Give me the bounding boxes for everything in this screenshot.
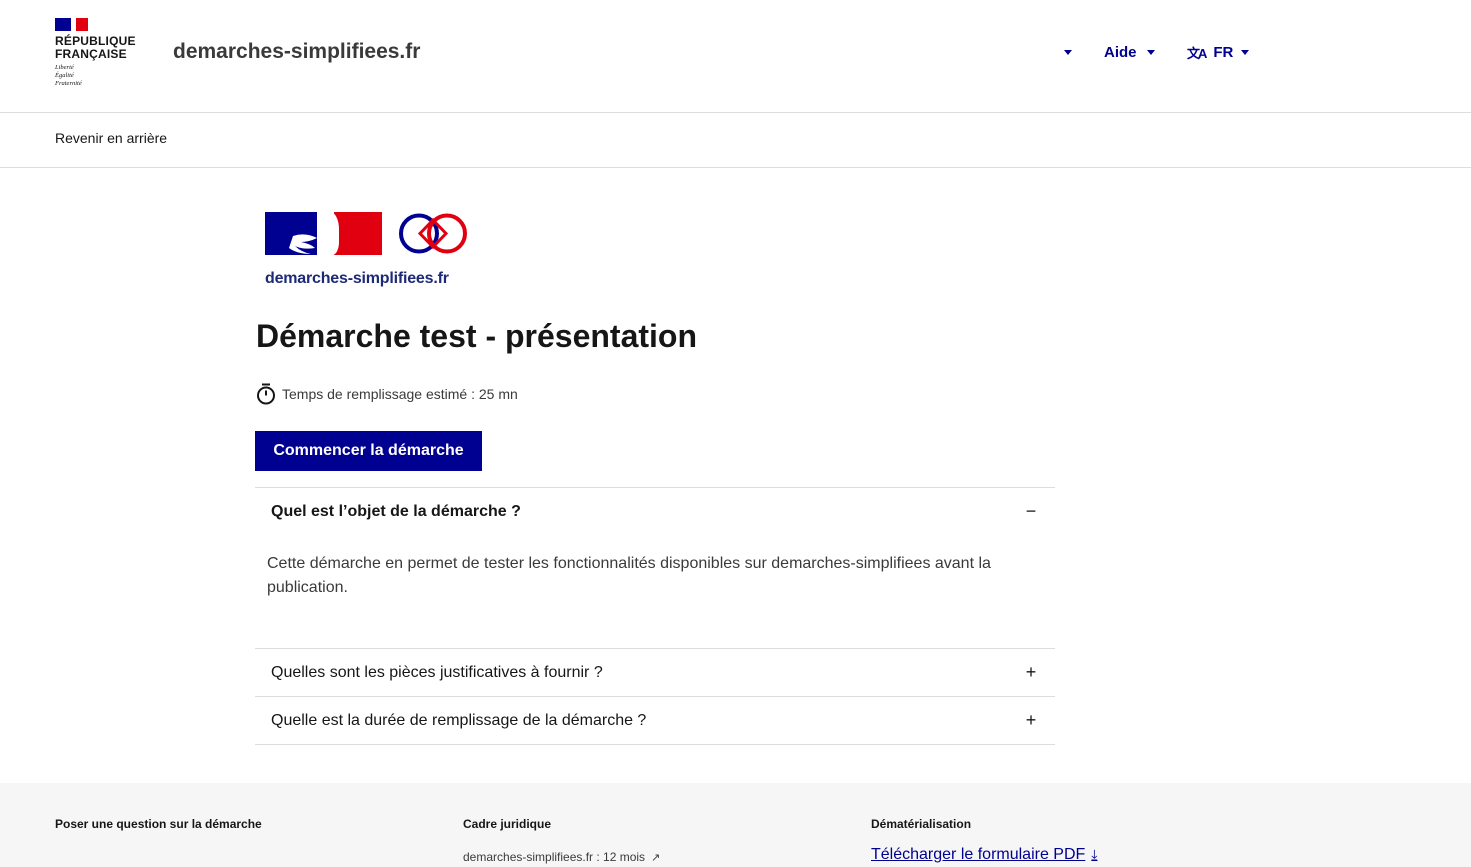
footer-col-dematerialisation: Dématérialisation Télécharger le formula… [871,817,1098,864]
stopwatch-icon [257,383,275,405]
marianne-flag-icon [55,18,88,31]
help-menu-button[interactable]: Aide [1104,42,1155,62]
rf-line-2: FRANÇAISE [55,47,127,61]
devise: Liberté Égalité Fraternité [55,64,136,88]
account-menu-button[interactable] [1064,42,1072,62]
accordion-body: Cette démarche en permet de tester les f… [267,555,991,596]
accordion-toggle-pieces[interactable]: Quelles sont les pièces justificatives à… [255,649,1055,696]
procedure-footer: Poser une question sur la démarche Cadre… [0,783,1471,867]
republique-francaise-logo[interactable]: RÉPUBLIQUE FRANÇAISE Liberté Égalité Fra… [55,18,136,88]
legal-link-label: demarches-simplifiees.fr : 12 mois [463,850,646,864]
accordion-title: Quelles sont les pièces justificatives à… [271,663,603,681]
accordion-toggle-objet[interactable]: Quel est l’objet de la démarche ? − [255,488,1055,535]
back-bar: Revenir en arrière [0,113,1471,168]
faq-accordion: Quel est l’objet de la démarche ? − Cett… [255,487,1055,745]
rings-logo-icon [399,213,467,254]
external-link-icon: ↗ [651,852,661,864]
language-selector[interactable]: 文A FR [1187,42,1250,62]
chevron-down-icon [1064,49,1072,55]
collapse-minus-icon: − [1025,501,1037,521]
footer-col-title: Cadre juridique [463,817,552,831]
footer-col-cadre: Cadre juridique demarches-simplifiees.fr… [463,817,660,864]
footer-col-title: Dématérialisation [871,817,972,831]
language-label: FR [1213,43,1234,61]
procedure-logo: demarches-simplifiees.fr [265,212,480,292]
marianne-logo-icon [265,212,382,255]
download-pdf-label: Télécharger le formulaire PDF [871,846,1086,863]
estimated-time: Temps de remplissage estimé : 25 mn [256,383,518,405]
chevron-down-icon [1146,49,1155,55]
expand-plus-icon: + [1025,662,1037,682]
download-icon: ⤓ [1091,846,1098,862]
translate-icon: 文A [1187,45,1207,61]
page-title: Démarche test - présentation [256,318,698,354]
marianne-hair-icon [289,234,317,254]
expand-plus-icon: + [1025,710,1037,730]
accordion-toggle-duree[interactable]: Quelle est la durée de remplissage de la… [255,697,1055,744]
service-title[interactable]: demarches-simplifiees.fr [173,40,420,64]
accordion-item: Quelles sont les pièces justificatives à… [255,648,1055,696]
footer-col-question: Poser une question sur la démarche [55,817,262,831]
site-header: RÉPUBLIQUE FRANÇAISE Liberté Égalité Fra… [0,0,1471,113]
accordion-title: Quelle est la durée de remplissage de la… [271,711,647,729]
devise-egalite: Égalité [55,72,74,79]
logo-wordmark: demarches-simplifiees.fr [265,270,449,287]
devise-liberte: Liberté [55,64,74,71]
chevron-down-icon [1241,49,1250,55]
back-link[interactable]: Revenir en arrière [55,130,167,146]
devise-fraternite: Fraternité [55,80,82,87]
legal-link[interactable]: demarches-simplifiees.fr : 12 mois ↗ [463,850,660,864]
accordion-item: Quelle est la durée de remplissage de la… [255,696,1055,745]
estimated-time-text: Temps de remplissage estimé : 25 mn [282,386,518,402]
start-procedure-button[interactable]: Commencer la démarche [255,431,482,471]
download-pdf-link[interactable]: Télécharger le formulaire PDF ⤓ [871,846,1098,864]
accordion-item: Quel est l’objet de la démarche ? − Cett… [255,487,1055,648]
footer-col-title: Poser une question sur la démarche [55,817,262,831]
help-label: Aide [1104,43,1137,61]
accordion-title: Quel est l’objet de la démarche ? [271,502,521,520]
republique-francaise-text: RÉPUBLIQUE FRANÇAISE [55,35,136,61]
